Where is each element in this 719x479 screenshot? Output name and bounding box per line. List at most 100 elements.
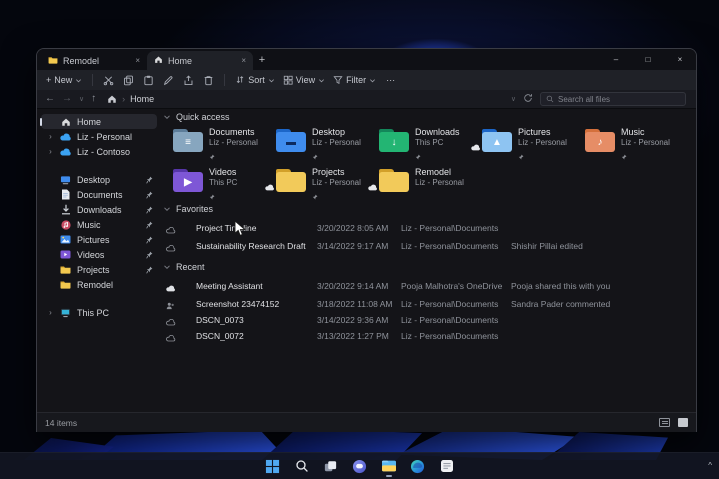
sidebar-item-pictures[interactable]: Pictures — [41, 232, 157, 247]
command-bar: + New Sort View — [37, 70, 696, 90]
navigation-pane: Home › Liz - Personal › Liz - Contoso De… — [37, 109, 161, 413]
sidebar-item-documents[interactable]: Documents — [41, 187, 157, 202]
search-input[interactable] — [558, 95, 680, 104]
rename-icon[interactable] — [163, 75, 174, 86]
sidebar-item-this-pc[interactable]: › This PC — [41, 305, 157, 320]
sidebar-item-liz-contoso[interactable]: › Liz - Contoso — [41, 144, 157, 159]
file-row-dscn-0072[interactable]: DSCN_0072 3/13/2022 1:27 PM Liz - Person… — [161, 329, 696, 344]
quick-access-grid: ≡ Documents Liz - Personal ▬ — [173, 125, 688, 205]
sidebar-item-liz-personal[interactable]: › Liz - Personal — [41, 129, 157, 144]
folder-icon: ▲ — [482, 129, 512, 153]
recent-locations-button[interactable]: ∨ — [79, 96, 84, 103]
pin-icon — [312, 149, 361, 165]
chevron-down-icon — [75, 77, 82, 84]
maximize-button[interactable]: □ — [632, 49, 664, 70]
large-icons-view-toggle-icon[interactable] — [678, 418, 688, 427]
back-button[interactable]: ← — [45, 94, 55, 104]
file-explorer-button[interactable] — [378, 454, 400, 478]
pin-icon — [518, 149, 567, 165]
copy-icon[interactable] — [123, 75, 134, 86]
videos-icon — [59, 250, 72, 259]
window-controls: – □ × — [600, 49, 696, 70]
section-header-recent[interactable]: Recent — [163, 261, 205, 273]
file-row-screenshot-23474152[interactable]: Screenshot 23474152 3/18/2022 11:08 AM L… — [161, 297, 696, 312]
tile-documents[interactable]: ≡ Documents Liz - Personal — [173, 125, 276, 161]
start-button[interactable] — [262, 454, 284, 478]
details-view-toggle-icon[interactable] — [659, 418, 670, 427]
cloud-icon — [368, 178, 378, 196]
search-button[interactable] — [291, 454, 313, 478]
pin-icon — [312, 189, 361, 205]
folder-icon: ≡ — [173, 129, 203, 153]
pin-icon — [146, 266, 153, 274]
tab-close-icon[interactable]: × — [241, 57, 246, 65]
tile-desktop[interactable]: ▬ Desktop Liz - Personal — [276, 125, 379, 161]
edge-button[interactable] — [407, 454, 429, 478]
tile-remodel[interactable]: Remodel Liz - Personal — [379, 165, 482, 201]
cloud-status-icon — [166, 332, 176, 347]
delete-icon[interactable] — [203, 75, 214, 86]
up-button[interactable]: ↑ — [91, 94, 96, 104]
item-count: 14 items — [45, 418, 77, 428]
folder-icon — [59, 265, 72, 274]
share-icon[interactable] — [183, 75, 194, 86]
folder-icon — [276, 169, 306, 193]
onedrive-icon — [59, 148, 72, 156]
sort-button[interactable]: Sort — [235, 75, 275, 85]
new-button[interactable]: + New — [46, 75, 82, 85]
mouse-cursor — [234, 220, 246, 242]
task-view-button[interactable] — [320, 454, 342, 478]
tile-downloads[interactable]: ↓ Downloads This PC — [379, 125, 482, 161]
chat-button[interactable] — [349, 454, 371, 478]
tab-remodel[interactable]: Remodel × — [41, 51, 147, 70]
sidebar-item-music[interactable]: Music — [41, 217, 157, 232]
office-button[interactable] — [436, 454, 458, 478]
sidebar-item-downloads[interactable]: Downloads — [41, 202, 157, 217]
section-header-favorites[interactable]: Favorites — [163, 203, 213, 215]
address-dropdown-icon[interactable]: ∨ — [511, 96, 516, 103]
sidebar-item-projects[interactable]: Projects — [41, 262, 157, 277]
file-row-dscn-0073[interactable]: DSCN_0073 3/14/2022 9:36 AM Liz - Person… — [161, 313, 696, 328]
search-icon — [546, 95, 554, 103]
chevron-down-icon — [268, 77, 275, 84]
pin-icon — [146, 206, 153, 214]
forward-button[interactable]: → — [62, 94, 72, 104]
tile-pictures[interactable]: ▲ Pictures Liz - Personal — [482, 125, 585, 161]
chevron-down-icon — [318, 77, 325, 84]
pictures-icon — [59, 235, 72, 244]
tile-videos[interactable]: ▶ Videos This PC — [173, 165, 276, 201]
pin-icon — [209, 149, 258, 165]
tab-close-icon[interactable]: × — [135, 57, 140, 65]
tile-music[interactable]: ♪ Music Liz - Personal — [585, 125, 688, 161]
sidebar-item-videos[interactable]: Videos — [41, 247, 157, 262]
system-tray-chevron[interactable]: ^ — [708, 452, 712, 479]
refresh-icon[interactable] — [523, 93, 533, 106]
more-options-button[interactable]: ⋯ — [386, 75, 395, 86]
folder-icon — [48, 56, 58, 66]
section-header-quick-access[interactable]: Quick access — [163, 111, 230, 123]
filter-button[interactable]: Filter — [333, 75, 376, 85]
search-box[interactable] — [540, 92, 686, 106]
chevron-down-icon — [369, 77, 376, 84]
tile-projects[interactable]: Projects Liz - Personal — [276, 165, 379, 201]
sidebar-item-remodel[interactable]: Remodel — [41, 277, 157, 292]
sidebar-item-home[interactable]: Home — [41, 114, 157, 129]
breadcrumb[interactable]: › Home — [103, 94, 504, 104]
minimize-button[interactable]: – — [600, 49, 632, 70]
cloud-icon — [265, 178, 275, 196]
pin-icon — [146, 191, 153, 199]
tab-home[interactable]: Home × — [147, 51, 253, 70]
new-tab-button[interactable]: + — [253, 54, 271, 66]
view-button[interactable]: View — [283, 75, 325, 85]
status-bar: 14 items — [37, 412, 696, 432]
file-row-meeting-assistant[interactable]: Meeting Assistant 3/20/2022 9:14 AM Pooj… — [161, 279, 696, 294]
folder-icon: ▬ — [276, 129, 306, 153]
paste-icon[interactable] — [143, 75, 154, 86]
folder-icon: ▶ — [173, 169, 203, 193]
cut-icon[interactable] — [103, 75, 114, 86]
sidebar-item-desktop[interactable]: Desktop — [41, 172, 157, 187]
folder-icon — [379, 169, 409, 193]
cloud-status-icon — [166, 242, 176, 257]
plus-icon: + — [46, 75, 51, 85]
close-button[interactable]: × — [664, 49, 696, 70]
